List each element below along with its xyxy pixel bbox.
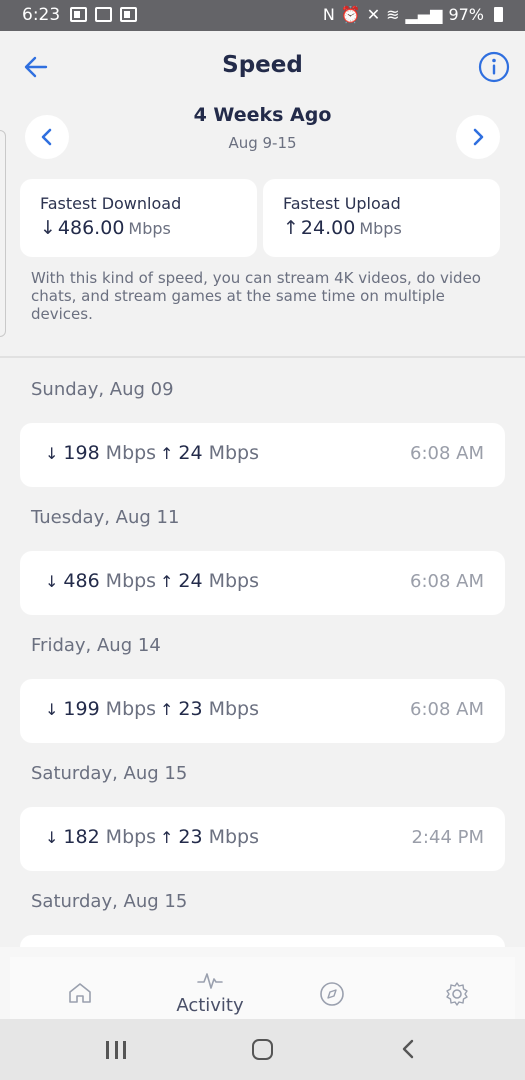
- mute-icon: ✕: [366, 5, 381, 24]
- next-period-button[interactable]: [456, 115, 500, 159]
- upload-value: 24: [178, 570, 203, 592]
- nav-activity-label: Activity: [176, 995, 244, 1016]
- period-title: 4 Weeks Ago: [193, 104, 332, 126]
- home-icon: [69, 983, 91, 1003]
- system-navigation-bar: [0, 1019, 525, 1080]
- day-label: Saturday, Aug 15: [31, 891, 188, 912]
- gear-icon: [446, 982, 468, 1006]
- speed-test-row[interactable]: ↓ 182 Mbps ↑ 23 Mbps 2:44 PM: [20, 807, 505, 871]
- image-icon: [120, 7, 137, 22]
- status-right: N ⏰ ✕ ≋ ▂▄▆ 97%: [323, 5, 503, 24]
- system-back-button[interactable]: [400, 1038, 416, 1064]
- upload-arrow-icon: ↑: [160, 444, 174, 463]
- test-time: 2:44 PM: [411, 827, 484, 848]
- upload-value: 24: [178, 442, 203, 464]
- alarm-icon: ⏰: [340, 5, 361, 24]
- speed-test-row[interactable]: ↓ 486 Mbps ↑ 24 Mbps 6:08 AM: [20, 551, 505, 615]
- chevron-right-icon: [473, 128, 484, 146]
- flipboard-icon: [70, 7, 87, 22]
- home-button[interactable]: [252, 1039, 273, 1060]
- fastest-upload-card: Fastest Upload ↑ 24.00 Mbps: [263, 179, 500, 257]
- fastest-upload-unit: Mbps: [359, 219, 402, 238]
- upload-unit: Mbps: [208, 698, 260, 720]
- download-arrow-icon: ↓: [40, 217, 56, 239]
- upload-unit: Mbps: [208, 442, 260, 464]
- download-arrow-icon: ↓: [45, 572, 59, 591]
- download-unit: Mbps: [105, 570, 157, 592]
- compass-icon: [320, 982, 344, 1006]
- upload-value: 23: [178, 826, 203, 848]
- download-value: 486: [63, 570, 100, 592]
- nfc-icon: N: [322, 5, 335, 24]
- download-arrow-icon: ↓: [45, 444, 59, 463]
- side-panel-edge: [0, 130, 6, 337]
- fastest-download-card: Fastest Download ↓ 486.00 Mbps: [20, 179, 257, 257]
- chevron-left-icon: [402, 1039, 414, 1059]
- page-title: Speed: [222, 52, 303, 78]
- download-value: 182: [63, 826, 100, 848]
- speed-description: With this kind of speed, you can stream …: [31, 269, 481, 323]
- upload-arrow-icon: ↑: [283, 217, 299, 239]
- upload-unit: Mbps: [208, 570, 260, 592]
- upload-arrow-icon: ↑: [160, 572, 174, 591]
- speed-test-row[interactable]: ↓ 198 Mbps ↑ 24 Mbps 6:08 AM: [20, 423, 505, 487]
- fastest-download-value: 486.00: [57, 217, 125, 239]
- bottom-navigation: Activity: [0, 947, 525, 1019]
- signal-icon: ▂▄▆: [405, 5, 443, 24]
- day-label: Friday, Aug 14: [31, 635, 161, 656]
- period-range: Aug 9-15: [228, 134, 297, 152]
- upload-unit: Mbps: [208, 826, 260, 848]
- upload-arrow-icon: ↑: [160, 828, 174, 847]
- download-value: 199: [63, 698, 100, 720]
- speed-test-row[interactable]: ↓ 199 Mbps ↑ 23 Mbps 6:08 AM: [20, 679, 505, 743]
- day-label: Saturday, Aug 15: [31, 763, 188, 784]
- wifi-icon: ≋: [386, 5, 400, 24]
- download-arrow-icon: ↓: [45, 700, 59, 719]
- download-arrow-icon: ↓: [45, 828, 59, 847]
- status-bar: 6:23 N ⏰ ✕ ≋ ▂▄▆ 97%: [0, 0, 525, 31]
- info-button[interactable]: [478, 51, 510, 83]
- fastest-download-unit: Mbps: [128, 219, 171, 238]
- test-time: 6:08 AM: [410, 571, 484, 592]
- battery-percent: 97%: [448, 5, 484, 24]
- upload-value: 23: [178, 698, 203, 720]
- info-icon: [478, 51, 510, 83]
- fastest-upload-value: 24.00: [300, 217, 356, 239]
- recent-apps-button[interactable]: [106, 1041, 126, 1059]
- download-unit: Mbps: [105, 826, 157, 848]
- upload-arrow-icon: ↑: [160, 700, 174, 719]
- battery-icon: [494, 7, 503, 22]
- news-icon: [95, 7, 112, 22]
- status-time: 6:23: [22, 5, 61, 25]
- notification-icons: [70, 7, 137, 22]
- day-label: Tuesday, Aug 11: [31, 507, 180, 528]
- download-unit: Mbps: [105, 442, 157, 464]
- day-label: Sunday, Aug 09: [31, 379, 174, 400]
- download-unit: Mbps: [105, 698, 157, 720]
- activity-icon: [197, 973, 223, 989]
- fastest-download-label: Fastest Download: [40, 194, 182, 213]
- test-time: 6:08 AM: [410, 443, 484, 464]
- fastest-upload-label: Fastest Upload: [283, 194, 401, 213]
- download-value: 198: [63, 442, 100, 464]
- test-time: 6:08 AM: [410, 699, 484, 720]
- speed-header: Speed 4 Weeks Ago Aug 9-15 Fastest Downl…: [0, 31, 525, 358]
